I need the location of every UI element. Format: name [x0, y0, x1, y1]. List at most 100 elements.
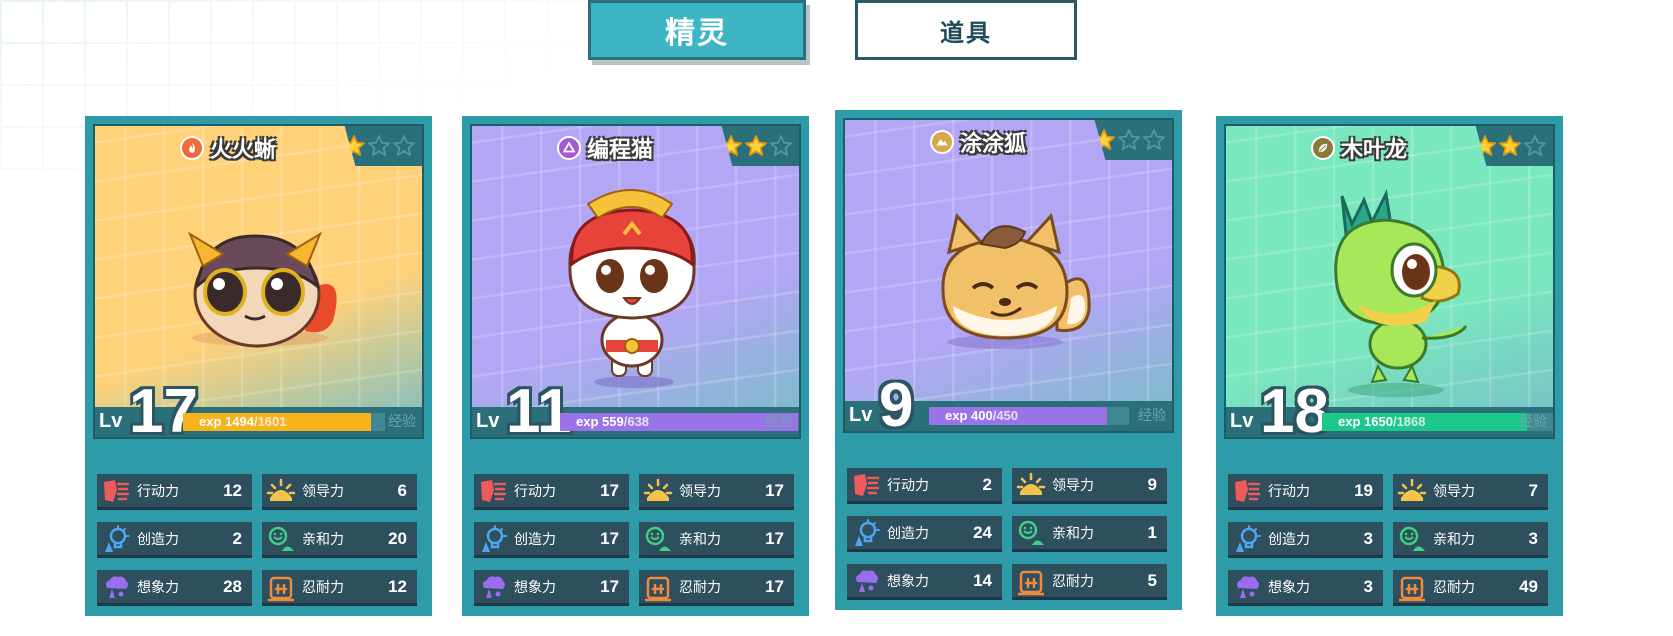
- stat-value: 28: [223, 576, 242, 596]
- spirit-card[interactable]: 编程猫 Lv 11 exp 559/638 经验 行动力 17 领导力 17 创造力 17 亲和力 17…: [462, 116, 809, 616]
- lv-label: Lv: [99, 410, 123, 432]
- spirit-portrait: 木叶龙 Lv 18 exp 1650/1868 经验: [1224, 124, 1555, 439]
- stat-row: 领导力 9: [1012, 468, 1167, 504]
- stat-grid: 行动力 19 领导力 7 创造力 3 亲和力 3 想象力 3 忍耐力 49: [1228, 474, 1548, 606]
- exp-label: exp: [576, 414, 599, 429]
- spirit-name: 木叶龙: [1341, 137, 1408, 162]
- star-empty-icon: [368, 135, 390, 156]
- affinity-icon: [1397, 524, 1433, 554]
- star-filled-icon: [745, 135, 767, 156]
- stat-label: 领导力: [1433, 482, 1475, 499]
- stat-value: 1: [1147, 522, 1157, 542]
- stat-value: 24: [973, 522, 992, 542]
- action-icon: [851, 470, 887, 500]
- level-bar: Lv 17 exp 1494/1601 经验: [95, 381, 422, 437]
- stat-row: 行动力 19: [1228, 474, 1383, 510]
- spirit-card[interactable]: 木叶龙 Lv 18 exp 1650/1868 经验 行动力 19 领导力 7 创造力 3 亲和力 3 想…: [1216, 116, 1563, 616]
- spirit-card[interactable]: 火火蜥 Lv 17 exp 1494/1601 经验 行动力 12 领导力 6 创造力 2 亲和力 20…: [85, 116, 432, 616]
- exp-label: exp: [1338, 414, 1361, 429]
- level-bar: Lv 11 exp 559/638 经验: [472, 381, 799, 437]
- exp-current: 1650: [1364, 414, 1393, 429]
- endurance-icon: [266, 572, 302, 602]
- stat-value: 2: [982, 474, 992, 494]
- stat-row: 创造力 17: [474, 522, 629, 558]
- fire-element-icon: [180, 136, 204, 160]
- level-bar: Lv 9 exp 400/450 经验: [845, 375, 1172, 431]
- spirit-portrait: 编程猫 Lv 11 exp 559/638 经验: [470, 124, 801, 439]
- stat-value: 3: [1528, 528, 1538, 548]
- earth-element-icon: [930, 130, 954, 154]
- stat-value: 19: [1354, 480, 1373, 500]
- stat-value: 3: [1363, 528, 1373, 548]
- stat-label: 亲和力: [1052, 524, 1094, 541]
- stat-value: 9: [1147, 474, 1157, 494]
- imagination-icon: [101, 572, 137, 602]
- stat-label: 行动力: [887, 476, 929, 493]
- affinity-icon: [643, 524, 679, 554]
- stat-value: 17: [600, 528, 619, 548]
- stat-value: 3: [1363, 576, 1373, 596]
- stat-row: 忍耐力 17: [639, 570, 794, 606]
- exp-current: 400: [971, 408, 993, 423]
- stat-label: 忍耐力: [1052, 572, 1094, 589]
- star-empty-icon: [393, 135, 415, 156]
- stat-label: 想象力: [1268, 578, 1310, 595]
- stat-label: 行动力: [1268, 482, 1310, 499]
- stat-row: 忍耐力 5: [1012, 564, 1167, 600]
- imagination-icon: [851, 566, 887, 596]
- stat-label: 想象力: [887, 572, 929, 589]
- stat-row: 行动力 12: [97, 474, 252, 510]
- exp-max: /450: [992, 408, 1019, 423]
- stat-value: 2: [232, 528, 242, 548]
- spirit-portrait: 火火蜥 Lv 17 exp 1494/1601 经验: [93, 124, 424, 439]
- stat-label: 领导力: [302, 482, 344, 499]
- creativity-icon: [101, 524, 137, 554]
- tab-items[interactable]: 道具: [855, 0, 1077, 60]
- stat-label: 领导力: [679, 482, 721, 499]
- exp-max: /1601: [253, 414, 287, 429]
- endurance-icon: [1016, 566, 1052, 596]
- star-empty-icon: [1524, 135, 1546, 156]
- stat-label: 行动力: [137, 482, 179, 499]
- stat-label: 想象力: [514, 578, 556, 595]
- leadership-icon: [266, 476, 302, 506]
- creativity-icon: [478, 524, 514, 554]
- action-icon: [101, 476, 137, 506]
- stat-label: 创造力: [1268, 530, 1310, 547]
- spirit-title: 火火蜥: [180, 130, 276, 166]
- stat-row: 创造力 24: [847, 516, 1002, 552]
- creativity-icon: [1232, 524, 1268, 554]
- tab-spirits[interactable]: 精灵: [588, 0, 806, 60]
- stat-row: 想象力 28: [97, 570, 252, 606]
- spirit-card[interactable]: 涂涂狐 Lv 9 exp 400/450 经验行动力 2 领导力 9 创造力 24 亲和力 1 想象力 1…: [835, 110, 1182, 610]
- stat-row: 创造力 2: [97, 522, 252, 558]
- stat-row: 行动力 17: [474, 474, 629, 510]
- stat-label: 行动力: [514, 482, 556, 499]
- spirit-name: 编程猫: [587, 137, 654, 162]
- spirit-name: 涂涂狐: [960, 131, 1027, 156]
- stat-row: 想象力 14: [847, 564, 1002, 600]
- exp-bar: exp 1494/1601: [183, 413, 385, 431]
- leadership-icon: [1016, 470, 1052, 500]
- stat-row: 领导力 17: [639, 474, 794, 510]
- stat-row: 亲和力 3: [1393, 522, 1548, 558]
- affinity-icon: [266, 524, 302, 554]
- exp-label: exp: [945, 408, 968, 423]
- star-empty-icon: [1143, 129, 1165, 150]
- stat-value: 12: [388, 576, 407, 596]
- level-number: 18: [1260, 377, 1329, 439]
- stat-row: 亲和力 20: [262, 522, 417, 558]
- stat-label: 创造力: [137, 530, 179, 547]
- psychic-element-icon: [557, 136, 581, 160]
- exp-max: /1868: [1392, 414, 1426, 429]
- stat-value: 20: [388, 528, 407, 548]
- stat-row: 创造力 3: [1228, 522, 1383, 558]
- exp-text: exp 1650/1868: [1338, 413, 1426, 431]
- imagination-icon: [478, 572, 514, 602]
- exp-text: exp 1494/1601: [199, 413, 287, 431]
- stat-row: 忍耐力 12: [262, 570, 417, 606]
- stat-value: 17: [765, 528, 784, 548]
- stat-label: 忍耐力: [302, 578, 344, 595]
- stat-value: 49: [1519, 576, 1538, 596]
- spirit-name: 火火蜥: [210, 137, 277, 162]
